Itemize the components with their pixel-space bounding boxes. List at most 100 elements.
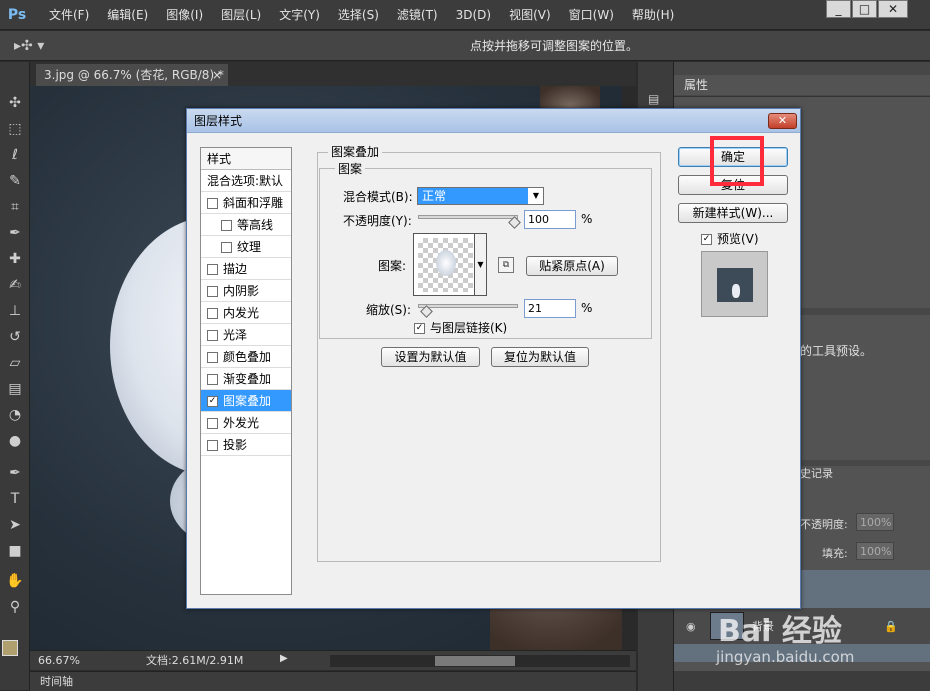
style-item-checkbox[interactable] bbox=[207, 330, 218, 341]
style-item[interactable]: 描边 bbox=[201, 258, 291, 280]
style-item[interactable]: 外发光 bbox=[201, 412, 291, 434]
horizontal-scroll-thumb[interactable] bbox=[435, 656, 515, 666]
marquee-icon[interactable]: ⬚ bbox=[4, 118, 26, 140]
properties-title[interactable]: 属性 bbox=[684, 76, 708, 94]
snap-origin-button[interactable]: 贴紧原点(A) bbox=[526, 256, 618, 276]
dialog-close-button[interactable]: ✕ bbox=[768, 113, 797, 129]
style-item-checkbox[interactable] bbox=[207, 308, 218, 319]
eye-icon[interactable]: ◉ bbox=[686, 620, 696, 633]
menu-layer[interactable]: 图层(L) bbox=[212, 0, 270, 30]
quick-select-icon[interactable]: ✎ bbox=[4, 170, 26, 192]
menu-select[interactable]: 选择(S) bbox=[329, 0, 388, 30]
layer-fill-input[interactable]: 100% bbox=[856, 542, 894, 560]
style-item[interactable]: 渐变叠加 bbox=[201, 368, 291, 390]
menu-3d[interactable]: 3D(D) bbox=[447, 0, 500, 30]
menu-type[interactable]: 文字(Y) bbox=[270, 0, 329, 30]
timeline-panel[interactable]: 时间轴 bbox=[30, 671, 636, 691]
reset-default-button[interactable]: 复位为默认值 bbox=[491, 347, 589, 367]
style-item[interactable]: 内阴影 bbox=[201, 280, 291, 302]
pen-icon[interactable]: ✒ bbox=[4, 462, 26, 484]
scale-slider[interactable] bbox=[418, 304, 518, 308]
minimize-button[interactable]: _ bbox=[826, 0, 851, 18]
zoom-icon[interactable]: ⚲ bbox=[4, 596, 26, 618]
opacity-input[interactable]: 100 bbox=[524, 210, 576, 229]
style-item-label: 光泽 bbox=[223, 328, 248, 342]
hand-icon[interactable]: ✋ bbox=[4, 570, 26, 592]
style-item-checkbox[interactable] bbox=[207, 198, 218, 209]
opacity-slider[interactable] bbox=[418, 215, 518, 219]
menu-image[interactable]: 图像(I) bbox=[157, 0, 212, 30]
style-item-checkbox[interactable] bbox=[221, 220, 232, 231]
new-style-button[interactable]: 新建样式(W)... bbox=[678, 203, 788, 223]
style-item[interactable]: 纹理 bbox=[201, 236, 291, 258]
style-item-checkbox[interactable] bbox=[221, 242, 232, 253]
eyedropper-icon[interactable]: ✒ bbox=[4, 222, 26, 244]
history-tab[interactable]: 史记录 bbox=[800, 465, 833, 481]
opacity-label: 不透明度(Y): bbox=[343, 214, 412, 228]
dialog-title-bar[interactable]: 图层样式 ✕ bbox=[187, 109, 800, 133]
type-icon[interactable]: T bbox=[4, 488, 26, 510]
menu-filter[interactable]: 滤镜(T) bbox=[388, 0, 447, 30]
menu-window[interactable]: 窗口(W) bbox=[560, 0, 623, 30]
panel-toggle-icon[interactable]: ▤ bbox=[648, 92, 659, 106]
style-item-checkbox[interactable] bbox=[207, 352, 218, 363]
style-item[interactable]: 内发光 bbox=[201, 302, 291, 324]
eraser-icon[interactable]: ▱ bbox=[4, 352, 26, 374]
style-item[interactable]: 颜色叠加 bbox=[201, 346, 291, 368]
document-tab[interactable]: 3.jpg @ 66.7% (杏花, RGB/8) * × bbox=[36, 64, 228, 86]
link-with-layer-checkbox[interactable]: ✓ 与图层链接(K) bbox=[414, 319, 507, 336]
pattern-picker[interactable]: ▼ bbox=[413, 233, 487, 296]
blend-options-item[interactable]: 混合选项:默认 bbox=[201, 170, 291, 192]
shape-icon[interactable]: ■ bbox=[4, 540, 26, 562]
style-item-checkbox[interactable] bbox=[207, 286, 218, 297]
foreground-color-swatch[interactable] bbox=[2, 640, 18, 656]
scale-input[interactable]: 21 bbox=[524, 299, 576, 318]
ok-button-highlight bbox=[710, 136, 764, 186]
window-close-button[interactable]: ✕ bbox=[878, 0, 908, 18]
dodge-icon[interactable]: ● bbox=[4, 430, 26, 452]
style-item[interactable]: 光泽 bbox=[201, 324, 291, 346]
move-icon[interactable]: ✣ bbox=[4, 92, 26, 114]
tab-close-icon[interactable]: × bbox=[212, 64, 222, 86]
menu-help[interactable]: 帮助(H) bbox=[623, 0, 683, 30]
preview-checkbox[interactable]: ✓ 预览(V) bbox=[701, 230, 759, 247]
style-item-checkbox[interactable] bbox=[207, 440, 218, 451]
style-list-header[interactable]: 样式 bbox=[201, 148, 291, 170]
path-select-icon[interactable]: ➤ bbox=[4, 514, 26, 536]
pattern-dropdown-icon[interactable]: ▼ bbox=[474, 234, 486, 295]
gradient-icon[interactable]: ▤ bbox=[4, 378, 26, 400]
document-info: 文档:2.61M/2.91M bbox=[146, 654, 244, 667]
style-item[interactable]: 投影 bbox=[201, 434, 291, 456]
new-preset-icon[interactable]: ⧉ bbox=[498, 257, 514, 273]
style-item-checkbox[interactable] bbox=[207, 264, 218, 275]
menu-items: 文件(F) 编辑(E) 图像(I) 图层(L) 文字(Y) 选择(S) 滤镜(T… bbox=[40, 0, 683, 30]
menu-view[interactable]: 视图(V) bbox=[500, 0, 560, 30]
style-item[interactable]: 斜面和浮雕 bbox=[201, 192, 291, 214]
history-brush-icon[interactable]: ↺ bbox=[4, 326, 26, 348]
style-preview bbox=[701, 251, 768, 317]
horizontal-scrollbar[interactable] bbox=[330, 655, 630, 667]
layer-opacity-input[interactable]: 100% bbox=[856, 513, 894, 531]
brush-icon[interactable]: ✍ bbox=[4, 274, 26, 296]
menu-edit[interactable]: 编辑(E) bbox=[98, 0, 157, 30]
blur-icon[interactable]: ◔ bbox=[4, 404, 26, 426]
style-item-checkbox[interactable]: ✓ bbox=[207, 396, 218, 407]
zoom-level[interactable]: 66.67% bbox=[38, 651, 80, 671]
move-tool-icon[interactable]: ▸✣ ▾ bbox=[14, 35, 44, 57]
style-item-checkbox[interactable] bbox=[207, 418, 218, 429]
set-default-button[interactable]: 设置为默认值 bbox=[381, 347, 480, 367]
style-item[interactable]: ✓ 图案叠加 bbox=[201, 390, 291, 412]
stamp-icon[interactable]: ⊥ bbox=[4, 300, 26, 322]
menu-file[interactable]: 文件(F) bbox=[40, 0, 98, 30]
healing-brush-icon[interactable]: ✚ bbox=[4, 248, 26, 270]
play-arrow-icon[interactable]: ▶ bbox=[280, 653, 288, 664]
crop-icon[interactable]: ⌗ bbox=[4, 196, 26, 218]
style-item[interactable]: 等高线 bbox=[201, 214, 291, 236]
lasso-icon[interactable]: ℓ bbox=[4, 144, 26, 166]
maximize-button[interactable]: □ bbox=[852, 0, 877, 18]
blend-mode-select[interactable]: 正常 ▼ bbox=[417, 187, 544, 205]
link-with-layer-checkmark[interactable]: ✓ bbox=[414, 323, 425, 334]
preview-checkmark[interactable]: ✓ bbox=[701, 234, 712, 245]
style-item-label: 等高线 bbox=[237, 218, 274, 232]
style-item-checkbox[interactable] bbox=[207, 374, 218, 385]
